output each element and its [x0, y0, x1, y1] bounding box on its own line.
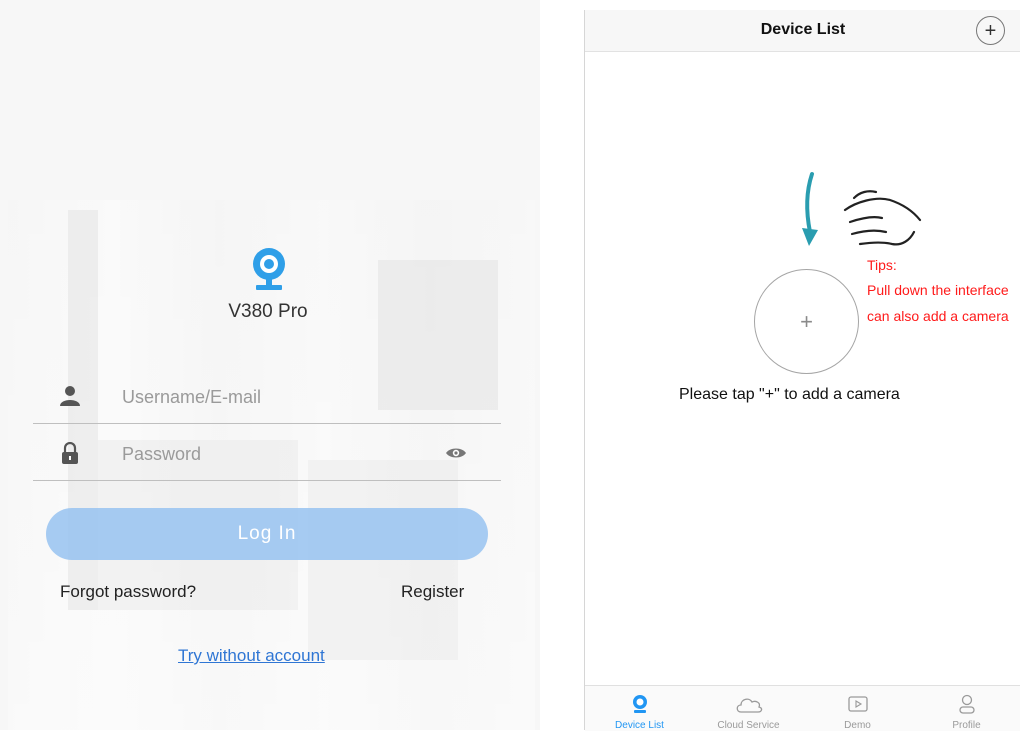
hand-icon [843, 190, 922, 246]
eye-icon[interactable] [445, 444, 467, 462]
nav-bar: Device List + [585, 10, 1020, 52]
register-link[interactable]: Register [401, 582, 464, 602]
username-field-row [33, 373, 501, 424]
page-title: Device List [760, 21, 846, 38]
password-input[interactable] [120, 438, 424, 470]
play-icon [848, 696, 868, 712]
user-icon [60, 386, 80, 406]
login-button[interactable]: Log In [46, 508, 488, 560]
login-screen: V380 Pro Log In Forgot password? Registe… [0, 0, 540, 730]
plus-icon: + [800, 308, 813, 334]
app-name: V380 Pro [228, 301, 308, 322]
empty-state-hint: Please tap "+" to add a camera [679, 386, 900, 403]
forgot-password-link[interactable]: Forgot password? [60, 582, 196, 602]
password-field-row [33, 430, 501, 481]
lock-icon [62, 442, 78, 464]
add-device-button[interactable]: + [976, 16, 1005, 45]
tips-title: Tips: [867, 257, 897, 273]
username-input[interactable] [120, 381, 424, 413]
cloud-icon [736, 698, 763, 713]
pull-down-gesture-illustration [802, 172, 922, 246]
tab-demo[interactable]: Demo [803, 686, 912, 731]
tab-device-list[interactable]: Device List [585, 686, 694, 731]
try-without-account-link[interactable]: Try without account [178, 646, 325, 666]
tab-label: Cloud Service [717, 720, 780, 731]
tab-label: Demo [844, 720, 871, 731]
person-icon [959, 694, 975, 714]
app-logo-icon [253, 248, 285, 290]
device-list-screen: Device List + + Tips: Pull down the inte… [584, 10, 1020, 731]
tips-text: can also add a camera [867, 308, 1009, 324]
tab-bar: Device List Cloud Service Demo Profile [585, 685, 1020, 731]
tab-profile[interactable]: Profile [912, 686, 1020, 731]
camera-icon [633, 695, 647, 713]
add-camera-circle-button[interactable]: + [754, 269, 859, 374]
down-arrow-icon [802, 172, 818, 246]
plus-icon: + [984, 19, 997, 42]
tab-label: Device List [615, 720, 664, 731]
tab-label: Profile [952, 720, 981, 731]
tips-text: Pull down the interface [867, 282, 1009, 298]
tab-cloud-service[interactable]: Cloud Service [694, 686, 803, 731]
